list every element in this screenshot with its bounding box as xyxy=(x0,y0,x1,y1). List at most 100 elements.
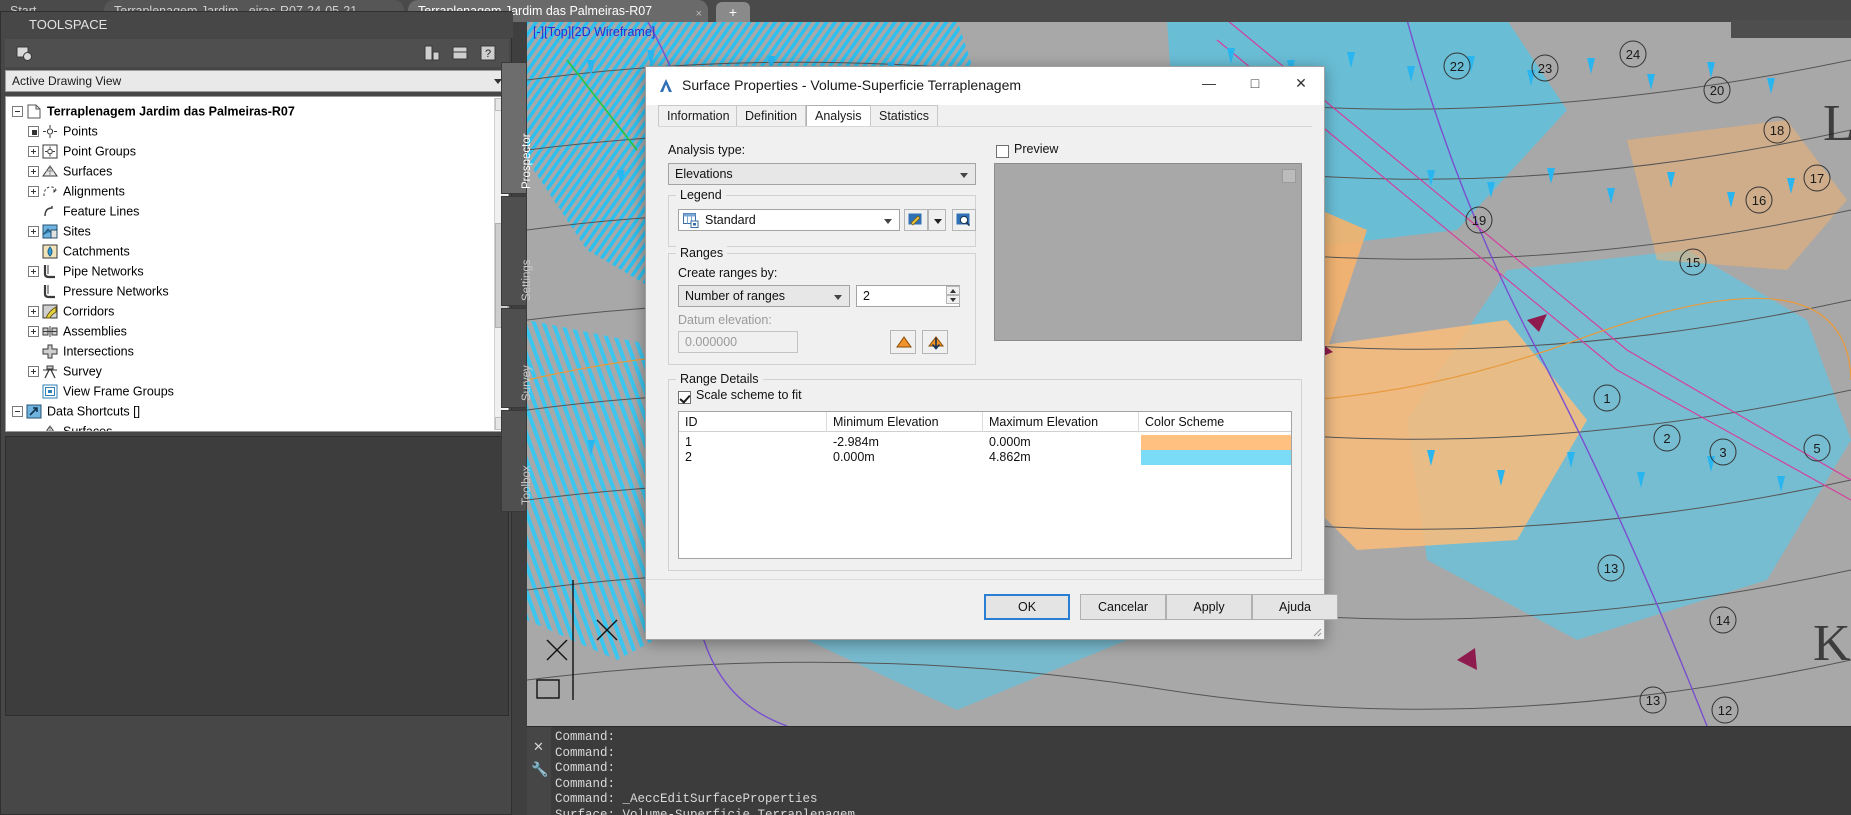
scale-scheme-checkbox[interactable] xyxy=(678,391,691,404)
command-line-panel[interactable]: ✕ 🔧 Command: Command: Command: Command: … xyxy=(527,726,1851,815)
preview-checkbox[interactable] xyxy=(996,145,1009,158)
collapse-icon[interactable] xyxy=(12,406,23,418)
viewport-control-bar[interactable] xyxy=(1731,20,1851,38)
sidebar-tab-prospector[interactable]: Prospector xyxy=(501,62,533,194)
dialog-title: Surface Properties - Volume-Superficie T… xyxy=(682,77,1022,93)
legend-preview-button[interactable] xyxy=(952,209,976,231)
tree-item-pressure-networks[interactable]: Pressure Networks xyxy=(12,281,508,301)
help-icon[interactable]: ? xyxy=(479,44,497,62)
sidebar-tab-survey[interactable]: Survey xyxy=(501,308,533,408)
item-preview-icon[interactable] xyxy=(423,44,441,62)
legend-edit-dropdown-button[interactable] xyxy=(928,209,946,231)
svg-text:L: L xyxy=(1823,95,1851,152)
range-details-table[interactable]: ID Minimum Elevation Maximum Elevation C… xyxy=(678,411,1292,559)
help-button[interactable]: Ajuda xyxy=(1252,594,1338,620)
sidebar-tab-toolbox[interactable]: Toolbox xyxy=(501,410,533,512)
preview-resize-handle[interactable] xyxy=(1282,169,1296,183)
expand-icon[interactable] xyxy=(28,266,39,278)
column-header-id[interactable]: ID xyxy=(679,412,827,432)
tab-statistics[interactable]: Statistics xyxy=(870,105,939,127)
expand-icon[interactable] xyxy=(28,186,39,198)
import-ranges-button[interactable] xyxy=(922,330,948,354)
chevron-down-icon[interactable] xyxy=(960,173,968,178)
tree-item-terraplenagem-jardim-das-palmeiras-r07[interactable]: Terraplenagem Jardim das Palmeiras-R07 xyxy=(12,101,508,121)
edit-pencil-icon xyxy=(908,213,922,226)
expand-icon[interactable] xyxy=(28,146,39,158)
tree-item-sites[interactable]: Sites xyxy=(12,221,508,241)
preview-pane[interactable] xyxy=(994,163,1302,341)
tab-analysis[interactable]: Analysis xyxy=(806,105,871,127)
expand-icon[interactable] xyxy=(28,166,39,178)
cell-color-swatch[interactable] xyxy=(1141,450,1291,465)
tree-item-assemblies[interactable]: Assemblies xyxy=(12,321,508,341)
collapse-icon[interactable] xyxy=(12,106,23,118)
apply-button[interactable]: Apply xyxy=(1166,594,1252,620)
minimize-button[interactable]: — xyxy=(1186,67,1232,99)
tree-item-intersections[interactable]: Intersections xyxy=(12,341,508,361)
spinner-down-icon[interactable] xyxy=(946,295,960,304)
view-frame-groups-icon xyxy=(42,384,58,399)
run-analysis-button[interactable] xyxy=(890,330,916,354)
tree-item-point-groups[interactable]: Point Groups xyxy=(12,141,508,161)
resize-grip-icon[interactable] xyxy=(1310,625,1322,637)
tree-item-points[interactable]: Points xyxy=(12,121,508,141)
legend-edit-button[interactable] xyxy=(904,209,928,231)
pressure-networks-icon xyxy=(42,284,58,299)
table-header-row: ID Minimum Elevation Maximum Elevation C… xyxy=(679,412,1291,432)
spinner-up-icon[interactable] xyxy=(946,286,960,295)
close-icon[interactable]: × xyxy=(696,3,702,22)
svg-text:15: 15 xyxy=(1686,255,1700,270)
tree-item-surfaces[interactable]: Surfaces xyxy=(12,161,508,181)
tab-definition[interactable]: Definition xyxy=(736,105,807,127)
column-header-min[interactable]: Minimum Elevation xyxy=(827,412,983,432)
customize-wrench-icon[interactable]: 🔧 xyxy=(531,761,548,778)
dialog-tab-bar: Information Definition Analysis Statisti… xyxy=(658,105,1312,127)
tree-item-corridors[interactable]: Corridors xyxy=(12,301,508,321)
viewport-label[interactable]: [-][Top][2D Wireframe] xyxy=(533,25,655,39)
tree-item-alignments[interactable]: Alignments xyxy=(12,181,508,201)
svg-text:K: K xyxy=(1813,615,1851,672)
column-header-color[interactable]: Color Scheme xyxy=(1139,412,1291,432)
column-header-max[interactable]: Maximum Elevation xyxy=(983,412,1139,432)
tab-information[interactable]: Information xyxy=(658,105,739,127)
tree-item-catchments[interactable]: Catchments xyxy=(12,241,508,261)
analysis-type-select[interactable]: Elevations xyxy=(668,163,976,185)
number-of-ranges-input[interactable]: 2 xyxy=(856,285,960,307)
cancel-button[interactable]: Cancelar xyxy=(1080,594,1166,620)
surface-properties-dialog[interactable]: Surface Properties - Volume-Superficie T… xyxy=(645,66,1338,640)
create-ranges-by-select[interactable]: Number of ranges xyxy=(678,285,850,307)
close-icon[interactable]: ✕ xyxy=(533,739,544,755)
ok-button[interactable]: OK xyxy=(984,594,1070,620)
svg-text:20: 20 xyxy=(1710,83,1724,98)
tree-item-data-shortcuts[interactable]: Data Shortcuts [] xyxy=(12,401,508,421)
tree-item-feature-lines[interactable]: Feature Lines xyxy=(12,201,508,221)
expand-icon[interactable] xyxy=(28,306,39,318)
sidebar-tab-settings[interactable]: Settings xyxy=(501,196,533,306)
expand-icon[interactable] xyxy=(28,366,39,378)
tree-item-view-frame-groups[interactable]: View Frame Groups xyxy=(12,381,508,401)
dialog-title-bar[interactable]: Surface Properties - Volume-Superficie T… xyxy=(646,67,1324,105)
toolspace-tree[interactable]: Terraplenagem Jardim das Palmeiras-R07 Po… xyxy=(5,96,509,432)
datum-elevation-input: 0.000000 xyxy=(678,331,798,353)
tree-item-surfaces[interactable]: Surfaces xyxy=(12,421,508,431)
new-document-tab-button[interactable]: + xyxy=(716,2,750,22)
expand-dot-icon[interactable] xyxy=(28,126,39,138)
close-button[interactable]: ✕ xyxy=(1278,67,1324,99)
survey-icon xyxy=(42,364,58,379)
legend-select[interactable]: Standard xyxy=(678,209,900,231)
toggle-panel-icon[interactable] xyxy=(15,44,33,62)
maximize-button[interactable]: □ xyxy=(1232,67,1278,99)
tree-item-pipe-networks[interactable]: Pipe Networks xyxy=(12,261,508,281)
chevron-down-icon[interactable] xyxy=(884,219,892,224)
drawing-view-selector[interactable]: Active Drawing View xyxy=(5,70,509,92)
sidebar-tab-label: Toolbox xyxy=(521,465,533,505)
expand-icon[interactable] xyxy=(28,226,39,238)
table-row[interactable]: 2 0.000m 4.862m xyxy=(679,450,1291,465)
cell-color-swatch[interactable] xyxy=(1141,435,1291,450)
panel-layout-icon[interactable] xyxy=(451,44,469,62)
dialog-footer: OK Cancelar Apply Ajuda xyxy=(646,579,1338,639)
chevron-down-icon[interactable] xyxy=(834,295,842,300)
tree-item-survey[interactable]: Survey xyxy=(12,361,508,381)
expand-icon[interactable] xyxy=(28,326,39,338)
table-row[interactable]: 1 -2.984m 0.000m xyxy=(679,435,1291,450)
